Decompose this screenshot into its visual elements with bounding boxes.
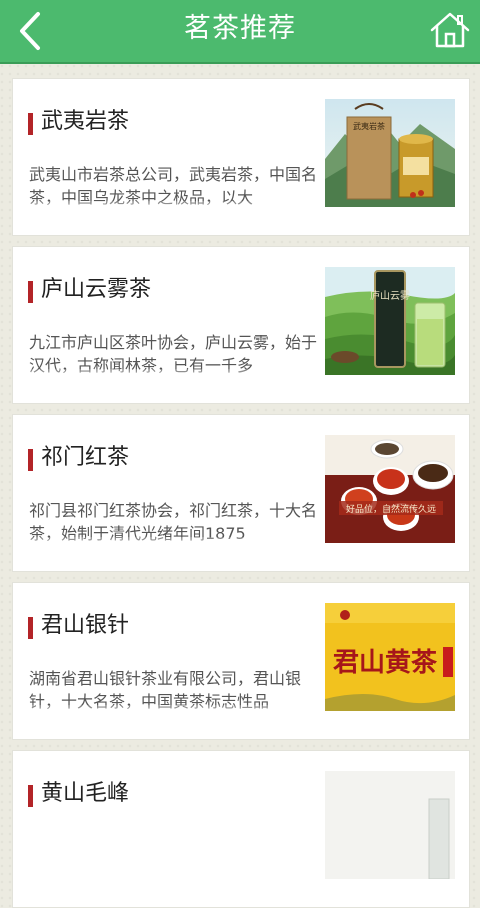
title-accent-bar: [28, 785, 33, 807]
list-item[interactable]: 武夷岩茶 武夷山市岩茶总公司，武夷岩茶，中国名茶，中国乌龙茶中之极品，以大 武夷…: [12, 78, 470, 236]
item-thumbnail: 君山黄茶: [325, 603, 455, 711]
brand-calligraphy: 君山黄茶: [333, 648, 438, 678]
title-accent-bar: [28, 281, 33, 303]
list-item[interactable]: 君山银针 湖南省君山银针茶业有限公司，君山银针，十大名茶，中国黄茶标志性品 君山…: [12, 582, 470, 740]
title-accent-bar: [28, 617, 33, 639]
item-title: 君山银针: [41, 613, 130, 638]
item-title: 武夷岩茶: [41, 109, 130, 134]
item-thumbnail: 武夷岩茶: [325, 99, 455, 207]
home-icon: [430, 12, 470, 48]
item-title: 黄山毛峰: [41, 781, 130, 806]
title-accent-bar: [28, 113, 33, 135]
package-label: 庐山云雾: [370, 289, 410, 302]
list-item[interactable]: 黄山毛峰: [12, 750, 470, 908]
package-label: 武夷岩茶: [353, 121, 385, 131]
item-thumbnail: [325, 771, 455, 879]
item-title: 庐山云雾茶: [41, 277, 152, 302]
item-thumbnail: 庐山云雾: [325, 267, 455, 375]
item-title: 祁门红茶: [41, 445, 130, 470]
title-accent-bar: [28, 449, 33, 471]
home-button[interactable]: [428, 10, 472, 50]
page-title: 茗茶推荐: [184, 13, 296, 44]
list-item[interactable]: 祁门红茶 祁门县祁门红茶协会，祁门红茶，十大名茶，始制于清代光绪年间1875 好…: [12, 414, 470, 572]
list-item[interactable]: 庐山云雾茶 九江市庐山区茶叶协会，庐山云雾，始于汉代，古称闻林茶，已有一千多 庐…: [12, 246, 470, 404]
banner-slogan: 好品位，自然流传久远: [346, 503, 436, 515]
item-thumbnail: 好品位，自然流传久远: [325, 435, 455, 543]
top-app-bar: 茗茶推荐: [0, 0, 480, 64]
